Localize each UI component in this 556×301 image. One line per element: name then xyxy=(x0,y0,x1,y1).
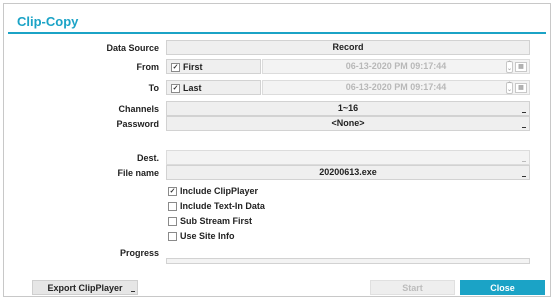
clip-copy-dialog: Clip-Copy Data Source Record From ✓ Firs… xyxy=(3,3,551,297)
from-label: From xyxy=(136,62,160,72)
from-calendar-icon[interactable]: ▦ xyxy=(515,62,527,72)
to-calendar-icon[interactable]: ▦ xyxy=(515,83,527,93)
dropdown-icon xyxy=(522,127,526,128)
use-site-info-checkbox[interactable]: Use Site Info xyxy=(168,231,235,241)
include-text-in-data-label: Include Text-In Data xyxy=(180,201,265,211)
password-value: <None> xyxy=(331,118,365,128)
close-button[interactable]: Close xyxy=(460,280,545,295)
dest-field[interactable] xyxy=(166,150,530,165)
checkbox-empty-icon xyxy=(168,231,177,241)
file-name-value: 20200613.exe xyxy=(319,167,377,177)
check-icon: ✓ xyxy=(171,83,180,93)
dropdown-icon xyxy=(522,161,526,162)
data-source-field[interactable]: Record xyxy=(166,40,530,55)
channels-label: Channels xyxy=(118,104,159,114)
sub-stream-first-checkbox[interactable]: Sub Stream First xyxy=(168,216,252,226)
file-name-field[interactable]: 20200613.exe xyxy=(166,165,530,180)
to-spinner-icon[interactable]: ⌃ ⌄ xyxy=(506,82,513,94)
from-datetime-value: 06-13-2020 PM 09:17:44 xyxy=(345,61,447,71)
to-last-label: Last xyxy=(183,83,202,93)
dropdown-icon xyxy=(522,176,526,177)
to-last-box: ✓ Last xyxy=(166,80,261,95)
to-datetime-value: 06-13-2020 PM 09:17:44 xyxy=(345,82,447,92)
progress-label: Progress xyxy=(119,248,159,258)
start-button[interactable]: Start xyxy=(370,280,455,295)
dialog-title: Clip-Copy xyxy=(17,14,79,29)
include-text-in-data-checkbox[interactable]: Include Text-In Data xyxy=(168,201,265,211)
password-label: Password xyxy=(116,119,159,129)
checkbox-empty-icon xyxy=(168,216,177,226)
from-first-checkbox[interactable]: ✓ First xyxy=(171,62,203,72)
use-site-info-label: Use Site Info xyxy=(180,231,235,241)
check-icon: ✓ xyxy=(168,186,177,196)
from-spinner-icon[interactable]: ⌃ ⌄ xyxy=(506,61,513,73)
dropdown-icon xyxy=(131,291,135,292)
checkbox-empty-icon xyxy=(168,201,177,211)
to-last-checkbox[interactable]: ✓ Last xyxy=(171,83,202,93)
to-datetime-field[interactable]: 06-13-2020 PM 09:17:44 ⌃ ⌄ ▦ xyxy=(262,80,530,95)
to-label: To xyxy=(148,83,159,93)
include-clipplayer-checkbox[interactable]: ✓ Include ClipPlayer xyxy=(168,186,258,196)
dropdown-icon xyxy=(522,112,526,113)
from-datetime-field[interactable]: 06-13-2020 PM 09:17:44 ⌃ ⌄ ▦ xyxy=(262,59,530,74)
sub-stream-first-label: Sub Stream First xyxy=(180,216,253,226)
dest-label: Dest. xyxy=(136,153,159,163)
check-icon: ✓ xyxy=(171,62,180,72)
channels-value: 1~16 xyxy=(337,103,359,113)
file-name-label: File name xyxy=(117,168,159,178)
from-first-label: First xyxy=(183,62,203,72)
export-clipplayer-button[interactable]: Export ClipPlayer xyxy=(32,280,138,295)
from-first-box: ✓ First xyxy=(166,59,261,74)
password-field[interactable]: <None> xyxy=(166,116,530,131)
data-source-label: Data Source xyxy=(106,43,159,53)
title-divider xyxy=(8,32,546,34)
progress-bar xyxy=(166,258,530,264)
include-clipplayer-label: Include ClipPlayer xyxy=(180,186,259,196)
export-clipplayer-label: Export ClipPlayer xyxy=(47,282,123,293)
channels-field[interactable]: 1~16 xyxy=(166,101,530,116)
